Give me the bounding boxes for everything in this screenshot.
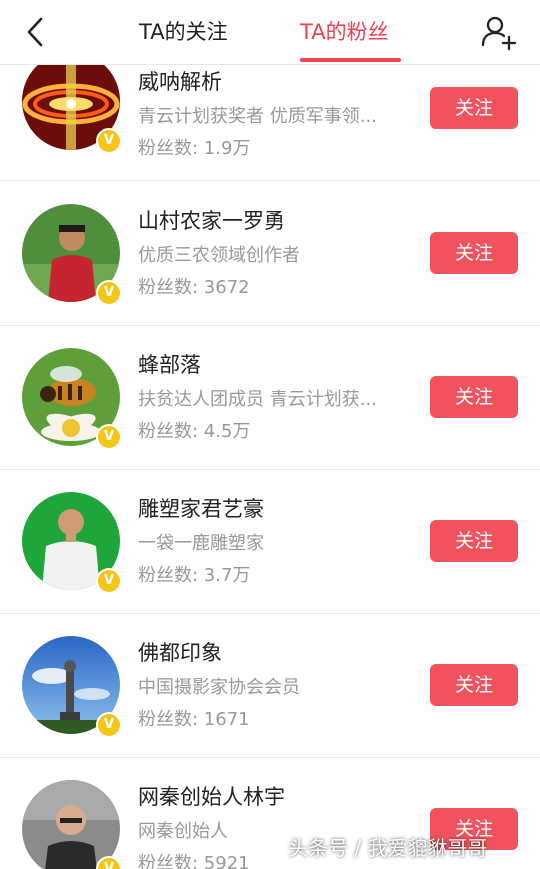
follow-button[interactable]: 关注 [430,376,518,418]
avatar[interactable]: V [22,636,122,738]
avatar[interactable]: V [22,348,122,450]
fans-list: V 威呐解析 青云计划获奖者 优质军事领... 粉丝数: 1.9万 关注 V 山… [0,64,540,869]
verified-v-icon: V [96,280,122,306]
back-button[interactable] [18,14,54,50]
tab-following[interactable]: TA的关注 [139,14,228,50]
fan-description: 扶贫达人团成员 青云计划获... [138,389,377,410]
fan-count: 粉丝数: 3672 [138,277,250,298]
list-item[interactable]: V 雕塑家君艺豪 一袋一鹿雕塑家 粉丝数: 3.7万 关注 [0,469,540,614]
fan-description: 优质三农领域创作者 [138,245,300,266]
fan-count: 粉丝数: 1.9万 [138,138,251,159]
list-item[interactable]: V 威呐解析 青云计划获奖者 优质军事领... 粉丝数: 1.9万 关注 [0,64,540,181]
top-bar: TA的关注 TA的粉丝 [0,0,540,65]
fan-count: 粉丝数: 5921 [138,853,250,869]
verified-v-icon: V [96,568,122,594]
fan-count: 粉丝数: 1671 [138,709,250,730]
fan-name[interactable]: 网秦创始人林宇 [138,781,285,811]
fan-name[interactable]: 佛都印象 [138,637,222,667]
fan-name[interactable]: 山村农家一罗勇 [138,205,285,235]
add-user-icon [481,16,517,51]
fan-description: 一袋一鹿雕塑家 [138,533,264,554]
active-tab-indicator [300,58,401,62]
verified-v-icon: V [96,856,122,869]
verified-v-icon: V [96,424,122,450]
verified-v-icon: V [96,712,122,738]
follow-button[interactable]: 关注 [430,520,518,562]
fan-name[interactable]: 蜂部落 [138,349,201,379]
avatar[interactable]: V [22,780,122,869]
fan-count: 粉丝数: 4.5万 [138,421,251,442]
follow-button[interactable]: 关注 [430,232,518,274]
add-user-button[interactable] [478,12,518,52]
watermark: 头条号 / 我爱貔貅哥哥 [288,836,488,860]
list-item[interactable]: V 山村农家一罗勇 优质三农领域创作者 粉丝数: 3672 关注 [0,181,540,326]
fan-description: 中国摄影家协会会员 [138,677,300,698]
avatar[interactable]: V [22,204,122,306]
fan-count: 粉丝数: 3.7万 [138,565,251,586]
verified-v-icon: V [96,128,122,154]
avatar[interactable]: V [22,64,122,154]
fan-name[interactable]: 威呐解析 [138,66,222,96]
list-item[interactable]: V 蜂部落 扶贫达人团成员 青云计划获... 粉丝数: 4.5万 关注 [0,325,540,470]
tab-fans[interactable]: TA的粉丝 [300,14,389,50]
fan-name[interactable]: 雕塑家君艺豪 [138,493,264,523]
follow-button[interactable]: 关注 [430,87,518,129]
avatar[interactable]: V [22,492,122,594]
list-item[interactable]: V 佛都印象 中国摄影家协会会员 粉丝数: 1671 关注 [0,613,540,758]
chevron-left-icon [27,17,43,47]
fan-description: 青云计划获奖者 优质军事领... [138,106,377,127]
follow-button[interactable]: 关注 [430,664,518,706]
